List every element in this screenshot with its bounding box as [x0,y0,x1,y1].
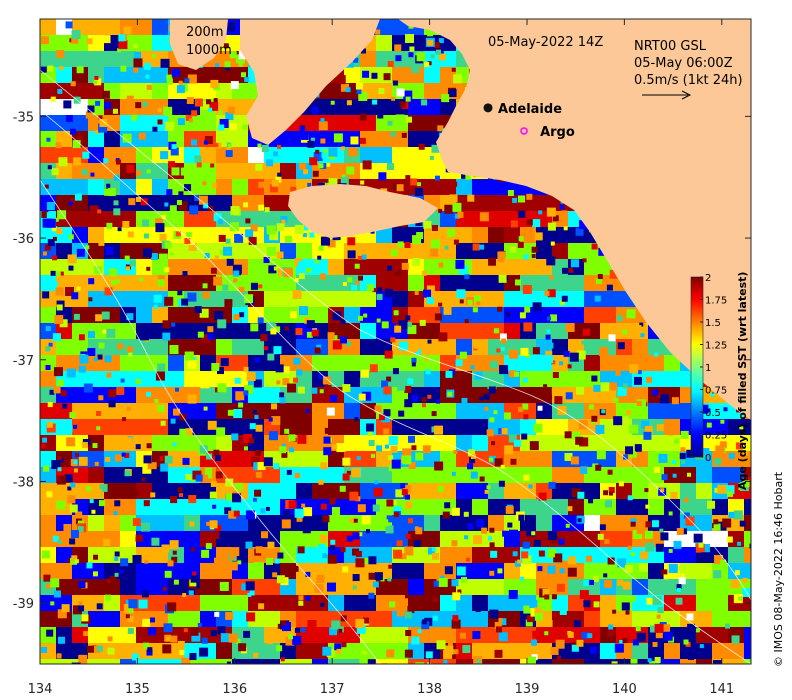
colorbar-tick-label: 1.75 [705,296,727,307]
contour-label-200m: 200m [186,25,223,40]
lon-tick-label: 139 [515,682,540,697]
date-title: 05-May-2022 14Z [488,35,603,50]
colorbar-tick-label: 0.5 [705,408,721,419]
place-label: Adelaide [498,102,562,117]
colorbar-tick-label: 2 [705,273,711,284]
lon-tick-label: 136 [222,682,247,697]
contour-label-1000m: 1000m [186,43,232,58]
credit-label: © IMOS 08-May-2022 16:46 Hobart [772,471,785,667]
lat-tick-label: -36 [13,232,34,247]
lat-tick-label: -37 [13,354,34,369]
colorbar-tick-label: 0.75 [705,386,727,397]
lat-tick-label: -39 [13,597,34,612]
current-scale-label: 0.5m/s (1kt 24h) [634,73,743,88]
colorbar-title: Age (days) of filled SST (wrt latest) [736,272,749,490]
lon-tick-label: 135 [125,682,150,697]
map-panel: Adelaide Argo [40,19,751,664]
colorbar-tick-label: 1.5 [705,318,721,329]
lon-tick-label: 134 [28,682,53,697]
colorbar-tick-label: 1 [705,363,711,374]
colorbar-tick-label: 0.25 [705,431,727,442]
lon-tick-label: 141 [709,682,734,697]
lon-tick-label: 140 [612,682,637,697]
sst-age-map-figure: Adelaide Argo 05-May-2022 14Z NRT00 GSL 0… [13,18,785,697]
current-time-label: 05-May 06:00Z [634,56,733,71]
colorbar-tick-label: 1.25 [705,341,727,352]
product-label: NRT00 GSL [634,39,707,54]
place-label: Argo [540,125,575,140]
lat-tick-label: -38 [13,475,34,490]
lon-tick-label: 138 [417,682,442,697]
lon-tick-label: 137 [320,682,345,697]
place-marker [483,103,493,113]
colorbar-tick-label: 0 [705,453,711,464]
lat-tick-label: -35 [13,110,34,125]
